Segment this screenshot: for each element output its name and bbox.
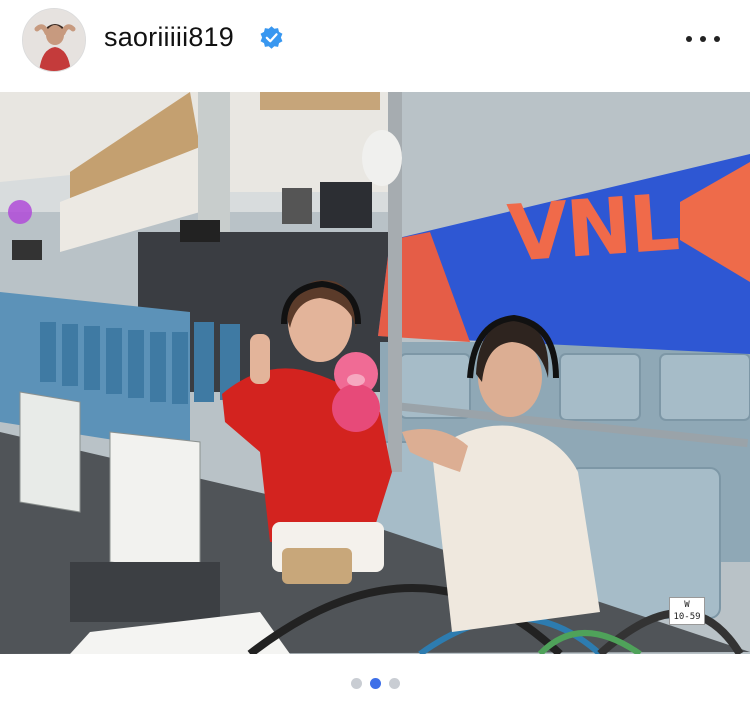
- username-link[interactable]: saoriiiii819: [104, 22, 234, 53]
- carousel-dot-3[interactable]: [388, 678, 400, 689]
- more-options-button[interactable]: [686, 30, 720, 48]
- verified-badge-icon: [260, 26, 283, 49]
- profile-avatar[interactable]: [22, 8, 86, 72]
- post-header: saoriiiii819: [0, 0, 750, 90]
- avatar-image: [23, 9, 85, 71]
- more-horizontal-icon: [686, 36, 692, 42]
- carousel-indicator: [0, 678, 750, 689]
- seat-number-tag: W 10-59: [669, 597, 705, 625]
- photo-illustration: [0, 92, 750, 654]
- carousel-dot-2[interactable]: [369, 678, 381, 689]
- post-photo[interactable]: VNL W 10-59: [0, 92, 750, 654]
- vnl-banner-logo: VNL: [505, 178, 681, 280]
- carousel-dot-1[interactable]: [350, 678, 362, 689]
